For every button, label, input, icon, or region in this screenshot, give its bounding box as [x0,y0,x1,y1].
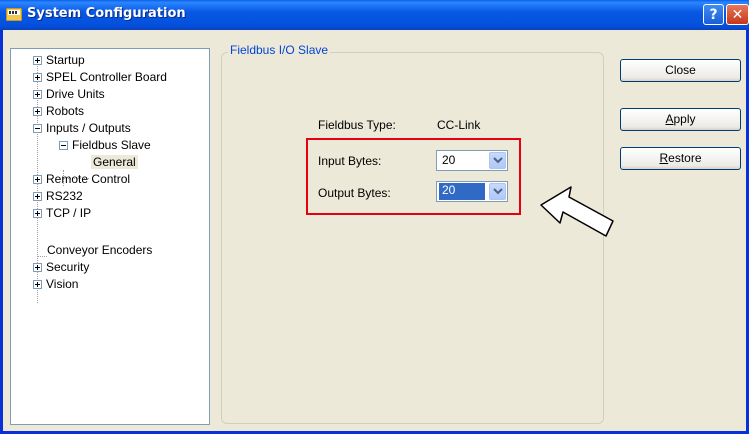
expand-icon[interactable] [33,90,42,99]
window-title: System Configuration [27,6,186,21]
expand-icon[interactable] [33,175,42,184]
help-icon: ? [709,6,718,23]
tree-item-fieldbus-slave[interactable]: Fieldbus Slave [59,137,151,154]
tree-item-tcp-ip[interactable]: TCP / IP [33,205,91,222]
restore-label: estore [668,151,702,165]
tree-connector [37,256,47,257]
restore-accelerator: R [659,151,669,165]
group-title: Fieldbus I/O Slave [228,43,331,57]
expand-icon[interactable] [33,263,42,272]
fieldbus-type-label: Fieldbus Type: [318,118,396,132]
close-button[interactable]: Close [620,59,741,82]
expand-icon[interactable] [33,192,42,201]
settings-tree[interactable]: Startup SPEL Controller Board Drive Unit… [10,48,210,425]
title-bar[interactable]: System Configuration ? ✕ [0,0,749,30]
annotation-arrow-icon [540,186,614,237]
tree-item-security[interactable]: Security [33,259,89,276]
tree-item-conveyor-encoders[interactable]: Conveyor Encoders [47,242,152,259]
close-window-button[interactable]: ✕ [726,4,749,25]
apply-accelerator: A [665,112,674,126]
collapse-icon[interactable] [59,141,68,150]
tree-item-rs232[interactable]: RS232 [33,188,83,205]
expand-icon[interactable] [33,56,42,65]
app-icon [6,8,22,21]
expand-icon[interactable] [33,73,42,82]
fieldbus-type-value: CC-Link [437,118,481,132]
tree-item-drive-units[interactable]: Drive Units [33,86,105,103]
tree-item-inputs-outputs[interactable]: Inputs / Outputs [33,120,131,137]
apply-button[interactable]: Apply [620,108,741,131]
tree-item-remote-control[interactable]: Remote Control [33,171,130,188]
restore-button[interactable]: Restore [620,147,741,170]
tree-item-spel-controller-board[interactable]: SPEL Controller Board [33,69,167,86]
help-button[interactable]: ? [703,4,724,25]
tree-item-general[interactable]: General [91,154,138,171]
tree-item-vision[interactable]: Vision [33,276,78,293]
expand-icon[interactable] [33,280,42,289]
apply-label: pply [673,112,696,126]
tree-item-robots[interactable]: Robots [33,103,84,120]
close-icon: ✕ [731,6,744,23]
expand-icon[interactable] [33,107,42,116]
tree-item-startup[interactable]: Startup [33,52,85,69]
annotation-highlight-box [306,138,521,215]
expand-icon[interactable] [33,209,42,218]
collapse-icon[interactable] [33,124,42,133]
